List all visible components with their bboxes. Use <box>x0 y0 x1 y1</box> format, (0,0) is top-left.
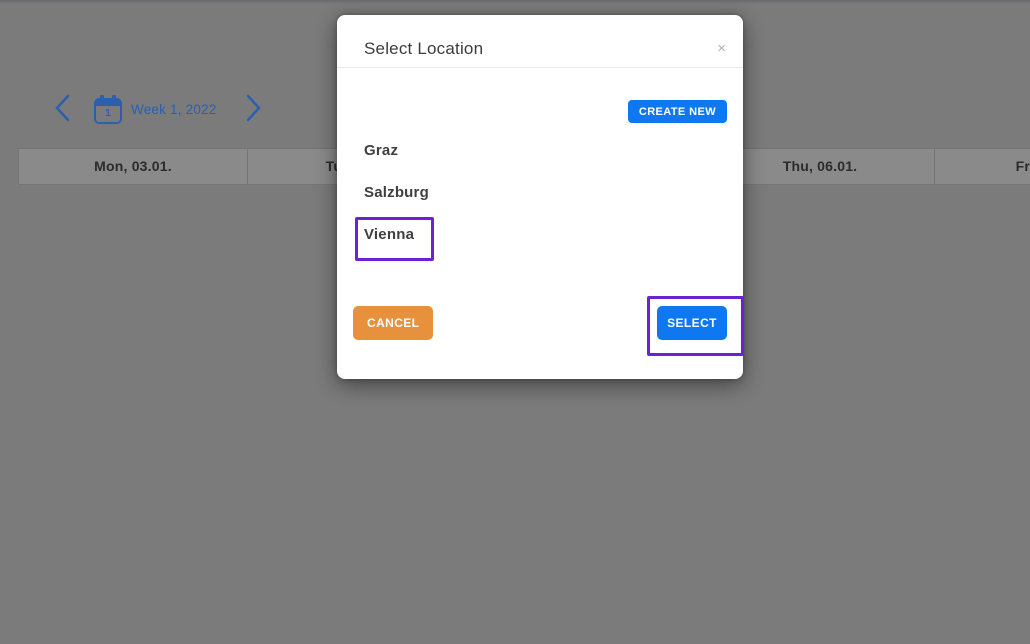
week-date-picker-button[interactable]: 1 Week 1, 2022 <box>94 95 216 124</box>
week-label: Week 1, 2022 <box>131 102 216 117</box>
app-screen: 1 Week 1, 2022 Mon, 03.01. Tue, 04.01. W… <box>0 0 1030 644</box>
chevron-left-icon <box>52 93 74 126</box>
select-location-dialog: Select Location × CREATE NEW Graz Salzbu… <box>337 15 743 379</box>
top-edge-shadow <box>0 0 1030 4</box>
chevron-right-icon <box>242 93 264 126</box>
week-navigator: 1 Week 1, 2022 <box>52 93 264 126</box>
location-item-graz[interactable]: Graz <box>364 143 429 159</box>
day-header-friday: Fri, 07.01. <box>935 149 1030 184</box>
location-item-salzburg[interactable]: Salzburg <box>364 185 429 201</box>
dialog-header: Select Location × <box>337 15 743 68</box>
close-icon[interactable]: × <box>717 41 726 56</box>
day-header-monday: Mon, 03.01. <box>19 149 248 184</box>
location-list: Graz Salzburg Vienna <box>364 143 429 269</box>
cancel-button[interactable]: CANCEL <box>353 306 433 340</box>
calendar-day-number: 1 <box>96 107 120 121</box>
create-new-button[interactable]: CREATE NEW <box>628 100 727 123</box>
calendar-icon: 1 <box>94 98 122 124</box>
select-button[interactable]: SELECT <box>657 306 727 340</box>
next-week-button[interactable] <box>242 93 264 126</box>
dialog-title: Select Location <box>364 39 483 59</box>
location-item-vienna[interactable]: Vienna <box>364 227 429 243</box>
previous-week-button[interactable] <box>52 93 74 126</box>
